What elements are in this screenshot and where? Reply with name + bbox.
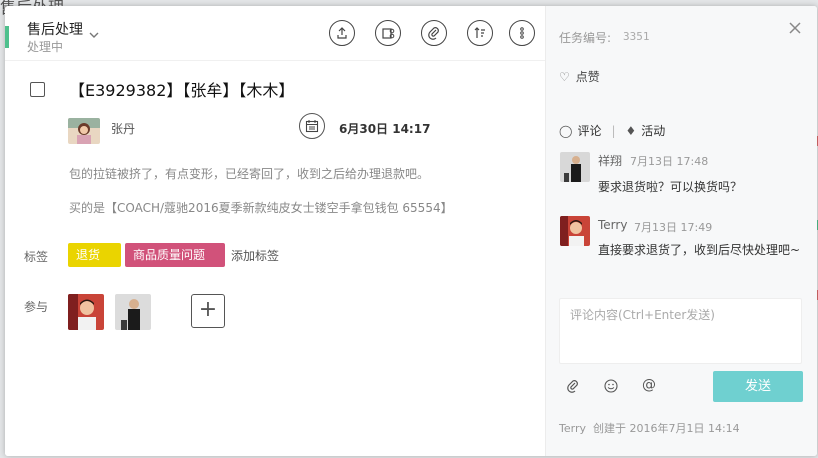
share-icon[interactable] [375, 20, 401, 46]
chevron-down-icon[interactable] [89, 28, 99, 42]
comment-activity-tabs: ◯ 评论 | ♦ 活动 [559, 122, 665, 139]
task-title[interactable]: 【E3929382】【张牟】【木木】 [69, 77, 294, 101]
close-icon[interactable] [789, 18, 801, 39]
comment-time: 7月13日 17:49 [634, 221, 713, 234]
stage-color-bar [5, 26, 9, 48]
tab-separator: | [611, 124, 616, 138]
commenter-avatar[interactable] [560, 152, 590, 182]
participants-label: 参与 [24, 300, 49, 314]
upload-icon[interactable] [329, 20, 355, 46]
comment-text: 直接要求退货了，收到后尽快处理吧~ [598, 243, 801, 257]
task-detail-modal: 售后处理 处理中 【E3929382】【张牟】【木木】 张丹 6月30日 14:… [5, 6, 817, 456]
tag-quality-issue[interactable]: 商品质量问题 [125, 243, 225, 267]
like-button[interactable]: ♡ 点赞 [559, 68, 600, 85]
creator-name[interactable]: Terry [559, 422, 586, 435]
mention-icon[interactable]: @ [642, 377, 656, 393]
comment-time: 7月13日 17:48 [630, 155, 709, 168]
created-text: 创建于 2016年7月1日 14:14 [592, 422, 740, 435]
flame-icon: ♦ [625, 124, 637, 138]
tags-label: 标签 [24, 250, 49, 264]
calendar-icon[interactable] [299, 113, 325, 139]
add-tag-link[interactable]: 添加标签 [231, 247, 279, 264]
participant-avatar[interactable] [115, 294, 151, 330]
task-main-pane: 售后处理 处理中 【E3929382】【张牟】【木木】 张丹 6月30日 14:… [5, 6, 545, 456]
sort-icon[interactable] [467, 20, 493, 46]
attach-icon[interactable] [421, 20, 447, 46]
comment-author[interactable]: Terry [598, 218, 627, 232]
task-side-pane: 任务编号: 3351 ♡ 点赞 ◯ 评论 | ♦ 活动 祥翔 7月13日 17:48 要求… [545, 6, 817, 456]
header-divider [5, 60, 545, 61]
add-participant-button[interactable]: + [191, 294, 225, 328]
tab-activity-label: 活动 [641, 124, 666, 138]
task-description-line[interactable]: 买的是【COACH/蔻驰2016夏季新款纯皮女士镂空手拿包钱包 65554】 [69, 199, 453, 216]
like-label: 点赞 [575, 70, 600, 84]
comment-text: 要求退货啦？可以换货吗？ [598, 180, 743, 194]
comment-input[interactable]: 评论内容(Ctrl+Enter发送) [559, 298, 802, 364]
attach-icon[interactable] [566, 379, 580, 397]
tab-comments-label: 评论 [577, 124, 602, 138]
tag-return[interactable]: 退货 [68, 243, 121, 267]
task-description-line[interactable]: 包的拉链被挤了，有点变形，已经寄回了，收到之后给办理退款吧。 [69, 165, 429, 182]
due-date[interactable]: 6月30日 14:17 [339, 120, 430, 137]
heart-icon: ♡ [559, 70, 570, 84]
assignee-avatar[interactable] [68, 118, 100, 144]
task-number: 3351 [623, 30, 650, 43]
emoji-icon[interactable] [604, 379, 618, 397]
assignee-name[interactable]: 张丹 [111, 120, 135, 137]
commenter-avatar[interactable] [560, 216, 590, 246]
tab-comments[interactable]: ◯ 评论 [559, 124, 601, 138]
comment-author[interactable]: 祥翔 [598, 152, 622, 169]
task-complete-checkbox[interactable] [30, 82, 45, 97]
stage-status[interactable]: 处理中 [27, 38, 63, 55]
comment-icon: ◯ [559, 124, 573, 138]
stage-title[interactable]: 售后处理 [27, 19, 83, 39]
send-button[interactable]: 发送 [713, 371, 803, 402]
more-icon[interactable] [509, 20, 535, 46]
creator-info: Terry 创建于 2016年7月1日 14:14 [559, 420, 740, 436]
tab-activity[interactable]: ♦ 活动 [626, 124, 666, 138]
task-number-label: 任务编号: [559, 31, 612, 45]
participant-avatar[interactable] [68, 294, 104, 330]
